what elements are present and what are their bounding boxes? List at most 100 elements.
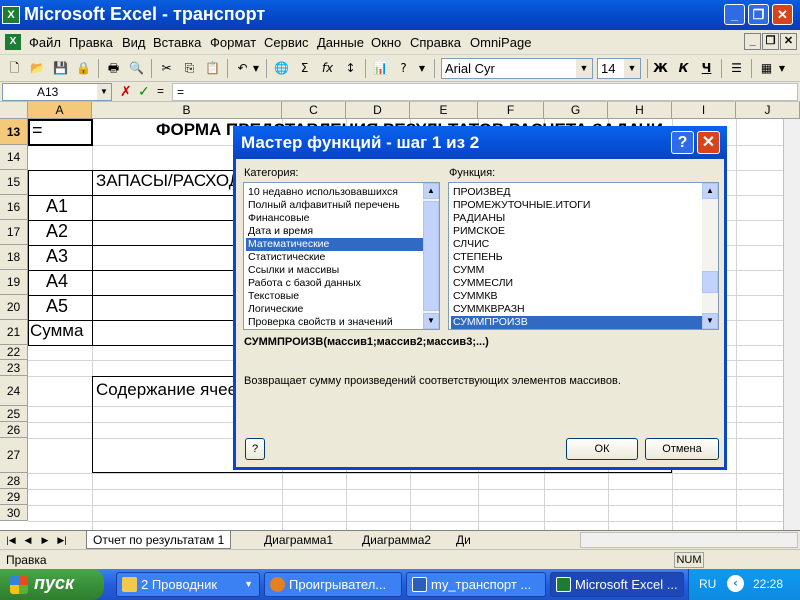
function-list[interactable]: ПРОИЗВЕД ПРОМЕЖУТОЧНЫЕ.ИТОГИ РАДИАНЫ РИМ… — [448, 182, 719, 330]
start-button[interactable]: пуск — [0, 569, 104, 600]
category-item[interactable]: Статистические — [246, 251, 423, 264]
column-header-f[interactable]: F — [478, 102, 544, 119]
menu-view[interactable]: Вид — [122, 35, 146, 50]
undo-dropdown-icon[interactable]: ▼ — [250, 58, 262, 79]
row-header-29[interactable]: 29 — [0, 489, 28, 505]
category-item[interactable]: Дата и время — [246, 225, 423, 238]
column-header-d[interactable]: D — [346, 102, 410, 119]
hyperlink-icon[interactable]: 🌐 — [271, 58, 292, 79]
row-header-19[interactable]: 19 — [0, 270, 28, 295]
function-item[interactable]: СУММКВ — [451, 290, 702, 303]
copy-icon[interactable]: ⎘ — [179, 58, 200, 79]
row-header-16[interactable]: 16 — [0, 195, 28, 220]
row-header-23[interactable]: 23 — [0, 360, 28, 376]
cell-a21[interactable]: Сумма — [30, 321, 83, 341]
row-header-30[interactable]: 30 — [0, 505, 28, 521]
menu-tools[interactable]: Сервис — [264, 35, 309, 50]
row-header-24[interactable]: 24 — [0, 376, 28, 406]
menu-omnipage[interactable]: OmniPage — [470, 35, 531, 50]
sheet-tab-report[interactable]: Отчет по результатам 1 — [86, 531, 232, 549]
confirm-entry-icon[interactable]: ✓ — [138, 83, 150, 101]
last-sheet-icon[interactable]: ▶| — [54, 533, 70, 548]
dialog-title-bar[interactable]: Мастер функций - шаг 1 из 2 ? ✕ — [233, 126, 727, 159]
print-icon[interactable]: 🖶 — [103, 58, 124, 79]
help-icon[interactable]: ? — [671, 131, 694, 154]
sort-icon[interactable]: ↕ — [340, 58, 361, 79]
category-item[interactable]: Полный алфавитный перечень — [246, 199, 423, 212]
function-item-selected[interactable]: СУММПРОИЗВ — [451, 316, 702, 329]
tray-arrow-icon[interactable]: ‹ — [727, 575, 744, 592]
row-header-13[interactable]: 13 — [0, 119, 28, 145]
scroll-down-icon[interactable]: ▼ — [423, 313, 439, 329]
scroll-thumb[interactable] — [423, 201, 439, 311]
row-header-22[interactable]: 22 — [0, 345, 28, 360]
category-item[interactable]: Текстовые — [246, 290, 423, 303]
horizontal-scrollbar[interactable] — [580, 532, 798, 548]
category-item[interactable]: Ссылки и массивы — [246, 264, 423, 277]
open-icon[interactable]: 📂 — [27, 58, 48, 79]
cancel-entry-icon[interactable]: ✗ — [120, 83, 132, 101]
bold-button[interactable]: Ж — [650, 58, 671, 79]
row-header-25[interactable]: 25 — [0, 406, 28, 422]
help-icon[interactable]: ? — [393, 58, 414, 79]
column-header-g[interactable]: G — [544, 102, 608, 119]
column-header-b[interactable]: B — [92, 102, 282, 119]
category-item[interactable]: Проверка свойств и значений — [246, 316, 423, 329]
row-header-27[interactable]: 27 — [0, 438, 28, 473]
task-player[interactable]: Проигрывател... — [264, 572, 402, 597]
row-header-15[interactable]: 15 — [0, 170, 28, 195]
category-item[interactable]: Логические — [246, 303, 423, 316]
task-word[interactable]: my_транспорт ... — [406, 572, 546, 597]
column-header-j[interactable]: J — [736, 102, 800, 119]
column-header-e[interactable]: E — [410, 102, 478, 119]
paste-icon[interactable]: 📋 — [202, 58, 223, 79]
underline-button[interactable]: Ч — [696, 58, 717, 79]
align-left-icon[interactable]: ☰ — [726, 58, 747, 79]
menu-edit[interactable]: Правка — [69, 35, 113, 50]
new-icon[interactable]: 🗋 — [4, 58, 25, 79]
row-header-21[interactable]: 21 — [0, 320, 28, 345]
chevron-down-icon[interactable]: ▼ — [576, 59, 592, 78]
first-sheet-icon[interactable]: |◀ — [3, 533, 19, 548]
name-box[interactable]: A13 ▼ — [2, 83, 112, 101]
cell-a19[interactable]: А4 — [46, 271, 68, 292]
close-icon[interactable]: ✕ — [772, 4, 793, 25]
chevron-down-icon[interactable]: ▼ — [624, 59, 640, 78]
italic-button[interactable]: К — [673, 58, 694, 79]
doc-minimize-icon[interactable]: _ — [744, 33, 761, 50]
menu-file[interactable]: Файл — [29, 35, 61, 50]
prev-sheet-icon[interactable]: ◀ — [20, 533, 36, 548]
category-scrollbar[interactable]: ▲ ▼ — [423, 183, 439, 329]
close-icon[interactable]: ✕ — [697, 131, 720, 154]
print-preview-icon[interactable]: 🔍 — [126, 58, 147, 79]
sheet-tab-chart2[interactable]: Диаграмма2 — [356, 531, 437, 549]
chevron-down-icon[interactable]: ▼ — [97, 84, 111, 100]
task-excel[interactable]: Microsoft Excel ... — [550, 572, 684, 597]
select-all-corner[interactable] — [0, 102, 28, 119]
insert-function-icon[interactable]: fx — [317, 58, 338, 79]
restore-icon[interactable]: ❐ — [748, 4, 769, 25]
row-header-14[interactable]: 14 — [0, 145, 28, 170]
category-list[interactable]: 10 недавно использовавшихся Полный алфав… — [243, 182, 440, 330]
function-item[interactable]: РАДИАНЫ — [451, 212, 702, 225]
equals-sign[interactable]: = — [157, 84, 164, 98]
font-size-select[interactable]: 14 ▼ — [597, 58, 641, 79]
cell-a13[interactable]: = — [32, 120, 43, 141]
formula-input[interactable]: = — [172, 83, 798, 101]
cell-a17[interactable]: А2 — [46, 221, 68, 242]
save-icon[interactable]: 💾 — [50, 58, 71, 79]
function-item[interactable]: ПРОИЗВЕД — [451, 186, 702, 199]
cancel-button[interactable]: Отмена — [645, 438, 719, 460]
language-indicator[interactable]: RU — [699, 577, 716, 591]
cell-a16[interactable]: А1 — [46, 196, 68, 217]
function-item[interactable]: СУММ — [451, 264, 702, 277]
font-name-select[interactable]: Arial Cyr ▼ — [441, 58, 593, 79]
row-header-28[interactable]: 28 — [0, 473, 28, 489]
toolbar-options-icon[interactable]: ▼ — [416, 58, 428, 79]
sheet-tab-chart1[interactable]: Диаграмма1 — [258, 531, 339, 549]
task-explorer[interactable]: 2 Проводник ▼ — [116, 572, 260, 597]
next-sheet-icon[interactable]: ▶ — [37, 533, 53, 548]
ok-button[interactable]: ОК — [566, 438, 638, 460]
scroll-thumb[interactable] — [702, 271, 718, 293]
scroll-down-icon[interactable]: ▼ — [702, 313, 718, 329]
